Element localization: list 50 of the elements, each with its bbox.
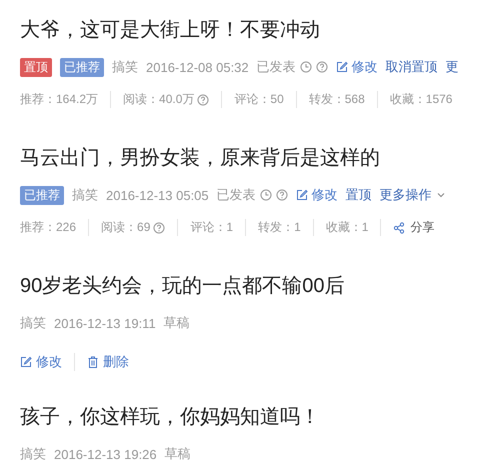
edit-link[interactable]: 修改 bbox=[20, 353, 74, 371]
date-text: 2016-12-08 05:32 bbox=[146, 60, 249, 74]
clock-icon bbox=[300, 61, 312, 73]
article-title[interactable]: 90岁老头约会，玩的一点都不输00后 bbox=[20, 272, 500, 299]
stat-text: 评论：1 bbox=[190, 219, 234, 236]
date-text: 2016-12-13 19:26 bbox=[54, 446, 157, 462]
date-text: 2016-12-13 19:11 bbox=[54, 316, 156, 330]
stat-text: 阅读：40.0万 bbox=[123, 91, 194, 108]
help-icon[interactable] bbox=[153, 222, 166, 234]
tag: 已推荐 bbox=[20, 186, 64, 204]
status-text: 已发表 bbox=[256, 58, 296, 76]
edit-link[interactable]: 修改 bbox=[296, 186, 338, 204]
tag: 置顶 bbox=[20, 58, 52, 76]
share-link[interactable]: 分享 bbox=[380, 219, 446, 236]
delete-link[interactable]: 删除 bbox=[74, 353, 141, 371]
stat-text: 推荐：164.2万 bbox=[20, 91, 98, 108]
help-icon[interactable] bbox=[276, 189, 288, 201]
stat-text: 推荐：226 bbox=[20, 219, 76, 236]
category-text: 搞笑 bbox=[72, 186, 98, 204]
clock-icon bbox=[260, 189, 272, 201]
edit-icon bbox=[296, 189, 308, 201]
help-icon[interactable] bbox=[316, 61, 328, 73]
share-icon bbox=[393, 222, 406, 234]
status-text: 草稿 bbox=[164, 314, 190, 332]
caret-icon bbox=[436, 190, 446, 200]
action-link[interactable]: 置顶 bbox=[346, 186, 372, 204]
date-text: 2016-12-13 05:05 bbox=[106, 188, 209, 202]
stat-text: 转发：568 bbox=[308, 91, 365, 108]
category-text: 搞笑 bbox=[112, 58, 138, 76]
edit-icon bbox=[336, 61, 348, 73]
action-link[interactable]: 取消置顶 bbox=[386, 58, 438, 76]
article-title[interactable]: 马云出门，男扮女装，原来背后是这样的 bbox=[20, 144, 500, 171]
trash-icon bbox=[87, 356, 99, 368]
stat-text: 收藏：1 bbox=[326, 219, 368, 236]
category-text: 搞笑 bbox=[20, 445, 46, 463]
stat-text: 收藏：1576 bbox=[390, 91, 452, 108]
article-title[interactable]: 大爷，这可是大街上呀！不要冲动 bbox=[20, 16, 500, 43]
help-icon[interactable] bbox=[197, 94, 210, 106]
status-text: 已发表 bbox=[216, 186, 256, 204]
status-text: 草稿 bbox=[164, 445, 191, 463]
stat-text: 转发：1 bbox=[258, 219, 301, 236]
more-actions-dropdown[interactable]: 更多操作 bbox=[380, 186, 446, 204]
edit-icon bbox=[20, 356, 32, 368]
category-text: 搞笑 bbox=[20, 314, 46, 332]
article-title[interactable]: 孩子，你这样玩，你妈妈知道吗！ bbox=[20, 403, 500, 430]
stat-text: 阅读：69 bbox=[101, 219, 150, 236]
edit-link[interactable]: 修改 bbox=[336, 58, 378, 76]
stat-text: 评论：50 bbox=[234, 91, 284, 108]
tag: 已推荐 bbox=[60, 58, 104, 76]
action-link[interactable]: 更 bbox=[446, 58, 459, 76]
